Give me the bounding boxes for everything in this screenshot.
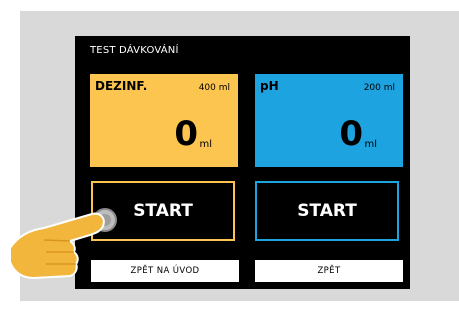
ph-unit: ml (364, 139, 377, 150)
back-button[interactable]: ZPĚT (255, 260, 403, 282)
tap-hand-icon (9, 208, 117, 280)
ph-value: 0 (339, 114, 363, 154)
dezinf-unit: ml (199, 139, 212, 150)
start-ph-button[interactable]: START (255, 181, 399, 241)
dezinf-label: DEZINF. (95, 79, 148, 93)
ph-capacity: 200 ml (363, 83, 395, 93)
ph-tile: pH 200 ml 0 ml (255, 74, 403, 167)
ph-label: pH (260, 79, 279, 93)
dezinf-capacity: 400 ml (198, 83, 230, 93)
dezinf-tile: DEZINF. 400 ml 0 ml (90, 74, 238, 167)
dezinf-value: 0 (174, 114, 198, 154)
screen-title: TEST DÁVKOVÁNÍ (90, 45, 179, 56)
